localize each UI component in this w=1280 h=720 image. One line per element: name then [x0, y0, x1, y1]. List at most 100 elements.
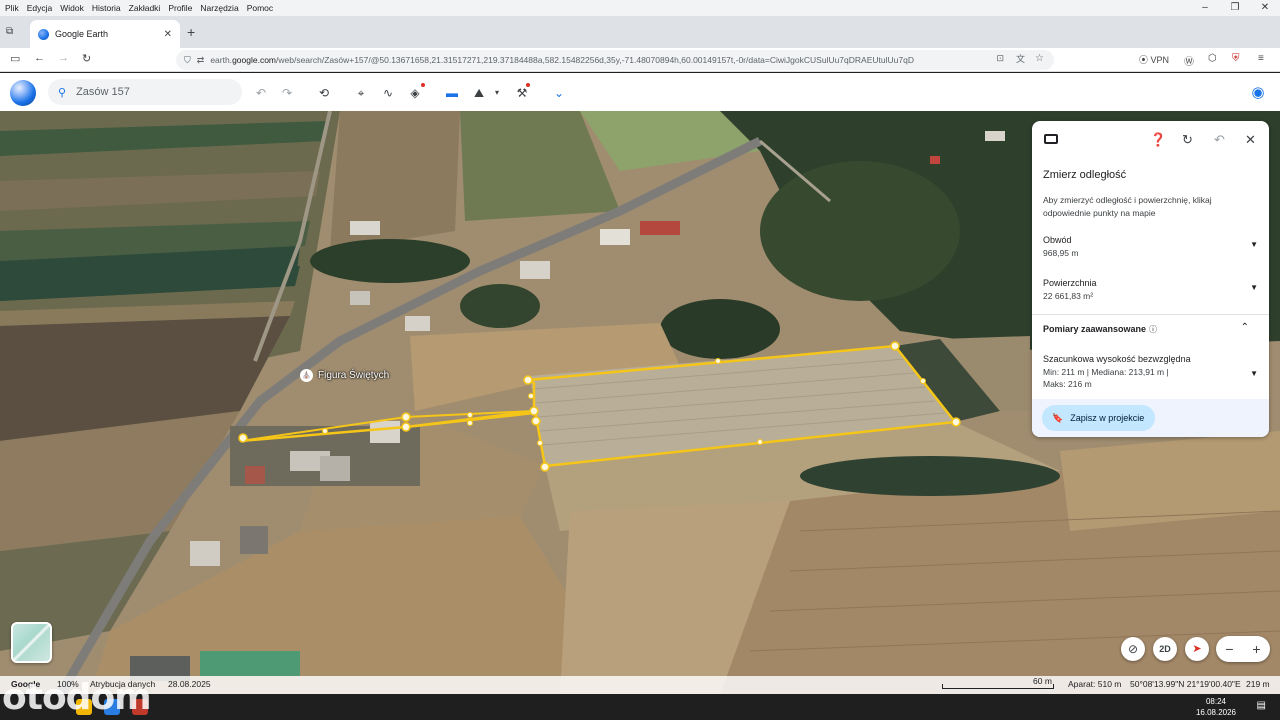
elevation-dropdown-icon[interactable]: ▼: [1250, 369, 1258, 378]
screenshot-icon[interactable]: ⊡: [996, 53, 1004, 64]
google-earth-favicon-icon: [38, 28, 49, 40]
undo-icon[interactable]: ↶: [252, 84, 270, 102]
info-icon[interactable]: ⓘ: [1149, 325, 1157, 334]
tab-strip: ⧉ Google Earth ✕ +: [0, 16, 1280, 48]
hedgerow-lower: [800, 456, 1060, 496]
search-box[interactable]: ⚲ Zasów 157: [48, 79, 242, 105]
url-path: /web/search/Zasów+157/@50.13671658,21.31…: [276, 55, 914, 65]
area-value: 22 661,83 m²: [1043, 291, 1094, 301]
reset-icon[interactable]: ↻: [1182, 132, 1193, 148]
zoom-in-button[interactable]: +: [1252, 641, 1260, 657]
place-label-text: Figura Świętych: [318, 370, 390, 381]
notifications-icon[interactable]: ▤: [1257, 700, 1266, 711]
browser-toolbar: ▭ ← → ↻ ⛉ ⇄ earth. google.com/web/search/…: [0, 48, 1280, 72]
translate-icon[interactable]: 文: [1016, 52, 1025, 65]
perimeter-value: 968,95 m: [1043, 248, 1079, 258]
ruler-icon: [1044, 134, 1058, 144]
panel-divider: [1032, 314, 1269, 315]
reload-icon[interactable]: ↻: [82, 52, 91, 65]
sidebar-toggle-icon[interactable]: ▭: [10, 52, 20, 65]
clock-time: 08:24: [1205, 697, 1226, 706]
tools-icon[interactable]: ⚒: [513, 84, 531, 102]
window-controls: – ❐ ✕: [1190, 0, 1280, 16]
undo-measure-icon[interactable]: ↶: [1214, 132, 1225, 148]
wallet-icon[interactable]: Ⓦ: [1184, 53, 1194, 68]
tab-actions-icon[interactable]: ⧉: [6, 26, 20, 38]
account-icon[interactable]: ◉: [1249, 84, 1267, 102]
area-row[interactable]: Powierzchnia 22 661,83 m² ▼: [1043, 278, 1258, 301]
back-arrow-icon[interactable]: ←: [34, 52, 45, 64]
tab-close-icon[interactable]: ✕: [164, 29, 172, 40]
view-2d-button[interactable]: 2D: [1153, 637, 1177, 661]
history-icon[interactable]: ⟲: [315, 84, 333, 102]
menu-bookmarks[interactable]: Zakładki: [129, 3, 161, 13]
add-placemark-icon[interactable]: ⌖: [352, 84, 370, 102]
browser-menubar: Plik Edycja Widok Historia Zakładki Prof…: [0, 0, 1280, 16]
elevation-label: Szacunkowa wysokość bezwzględna: [1043, 354, 1191, 364]
map-status-bar: Google 100% Atrybucja danych 28.08.2025 …: [0, 676, 1280, 694]
tree-clump: [460, 284, 540, 328]
vpn-badge[interactable]: ⦿ VPN: [1139, 53, 1169, 66]
field-top-mid: [330, 111, 460, 251]
maximize-button[interactable]: ❐: [1220, 0, 1250, 16]
zoom-out-button[interactable]: −: [1225, 641, 1233, 657]
forward-arrow-icon[interactable]: →: [58, 52, 69, 64]
search-icon: ⚲: [58, 86, 67, 99]
screen: Plik Edycja Widok Historia Zakładki Prof…: [0, 0, 1280, 720]
earth-header: ⚲ Zasów 157 ↶ ↷ ⟲ ⌖ ∿ ◈ ▬ ⛰ ▾ ⚒ ⌄ ◉: [0, 73, 1280, 111]
menu-file[interactable]: Plik: [5, 3, 19, 13]
map-style-thumbnail[interactable]: [11, 622, 52, 663]
elevation-values-line2: Maks: 216 m: [1043, 379, 1092, 389]
menu-profiles[interactable]: Profile: [168, 3, 192, 13]
earth-logo-icon[interactable]: [10, 80, 36, 106]
url-scheme: earth.: [210, 55, 233, 65]
advanced-label: Pomiary zaawansowane: [1043, 324, 1147, 334]
place-label[interactable]: ⛪ Figura Świętych: [300, 369, 389, 382]
help-icon[interactable]: ❓: [1150, 132, 1166, 148]
redo-icon[interactable]: ↷: [278, 84, 296, 102]
monument-icon: ⛪: [300, 369, 313, 382]
advanced-measurements-header[interactable]: Pomiary zaawansowane ⓘ: [1043, 324, 1157, 335]
browser-menu-icon[interactable]: ≡: [1258, 53, 1264, 64]
url-host: google.com: [232, 55, 277, 65]
site-info-icon[interactable]: ⛉: [184, 55, 191, 66]
minimize-button[interactable]: –: [1190, 0, 1220, 16]
system-clock[interactable]: 08:24 16.08.2026: [1196, 696, 1236, 718]
area-unit-dropdown-icon[interactable]: ▼: [1250, 283, 1258, 292]
add-path-icon[interactable]: ∿: [379, 84, 397, 102]
extensions-icon[interactable]: ⬡: [1208, 53, 1217, 64]
close-window-button[interactable]: ✕: [1250, 0, 1280, 16]
perimeter-label: Obwód: [1043, 235, 1072, 245]
adblock-icon[interactable]: ⛨: [1232, 53, 1240, 64]
menu-view[interactable]: Widok: [60, 3, 84, 13]
clock-date: 16.08.2026: [1195, 708, 1236, 717]
new-tab-button[interactable]: +: [187, 24, 195, 40]
imagery-date: 28.08.2025: [168, 679, 211, 689]
compass-icon[interactable]: ➤: [1185, 637, 1209, 661]
save-to-project-button[interactable]: 🔖 Zapisz w projekcie: [1042, 405, 1156, 431]
rotate-lock-icon[interactable]: ⊘: [1121, 637, 1145, 661]
menu-help[interactable]: Pomoc: [247, 3, 273, 13]
perimeter-row[interactable]: Obwód 968,95 m ▼: [1043, 235, 1258, 258]
tree-clump-center: [660, 299, 780, 359]
close-icon[interactable]: ✕: [1245, 132, 1256, 148]
collapse-chevron-icon[interactable]: ⌃: [1241, 322, 1249, 333]
address-bar-actions: ⊡ 文 ☆: [984, 52, 1048, 65]
address-bar[interactable]: ⛉ ⇄ earth. google.com/web/search/Zasów+15…: [176, 50, 1054, 70]
os-taskbar: 08:24 16.08.2026 ▤: [0, 694, 1280, 720]
menu-edit[interactable]: Edycja: [27, 3, 53, 13]
page-controls-icon[interactable]: ⇄: [197, 55, 205, 66]
menu-tools[interactable]: Narzędzia: [200, 3, 238, 13]
menu-history[interactable]: Historia: [92, 3, 121, 13]
elevation-dropdown-icon[interactable]: ▾: [488, 84, 506, 102]
tab-google-earth[interactable]: Google Earth ✕: [30, 20, 180, 48]
coordinates: 50°08'13.99"N 21°19'00.40"E: [1130, 679, 1241, 689]
panel-description: Aby zmierzyć odległość i powierzchnię, k…: [1043, 195, 1212, 218]
more-tools-chevron-icon[interactable]: ⌄: [550, 84, 568, 102]
bookmark-star-icon[interactable]: ☆: [1035, 53, 1044, 64]
search-input[interactable]: Zasów 157: [76, 86, 130, 98]
measure-ruler-icon[interactable]: ▬: [443, 84, 461, 102]
perimeter-unit-dropdown-icon[interactable]: ▼: [1250, 240, 1258, 249]
elevation-row[interactable]: Szacunkowa wysokość bezwzględna Min: 211…: [1043, 354, 1258, 389]
elevation-profile-icon[interactable]: ⛰: [470, 84, 488, 102]
